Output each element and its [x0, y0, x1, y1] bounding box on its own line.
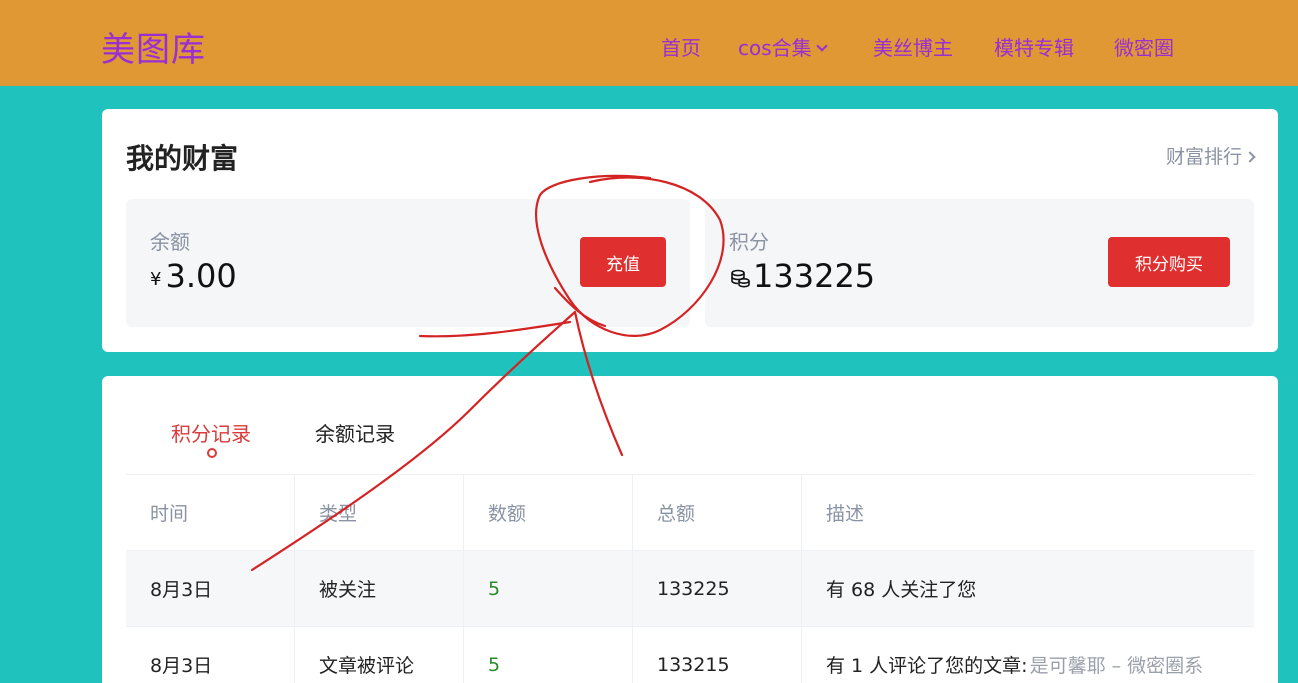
- nav-weimi-circle[interactable]: 微密圈: [1114, 32, 1174, 61]
- nav-cos-label: cos合集: [738, 36, 812, 60]
- chevron-down-icon: [815, 40, 828, 52]
- site-logo[interactable]: 美图库: [101, 22, 206, 71]
- article-title-link[interactable]: 是可馨耶 – 微密圈系: [1030, 651, 1204, 678]
- nav-cos-collection[interactable]: cos合集: [738, 32, 828, 61]
- coins-icon: [731, 269, 750, 288]
- cell-type: 文章被评论: [295, 627, 464, 683]
- points-value-row: 133225: [729, 257, 875, 295]
- table-header-row: 时间 类型 数额 总额 描述: [126, 475, 1254, 551]
- table-row: 8月3日 文章被评论 5 133215 有 1 人评论了您的文章: 是可馨耶 – …: [126, 627, 1254, 683]
- cell-description: 有 68 人关注了您: [802, 551, 1254, 626]
- balance-value: 3.00: [165, 257, 237, 295]
- cell-time: 8月3日: [126, 627, 295, 683]
- tab-points-records[interactable]: 积分记录: [171, 418, 251, 447]
- cell-amount: 5: [464, 551, 633, 626]
- balance-box: 余额 ¥3.00 充值: [126, 199, 690, 327]
- records-table: 时间 类型 数额 总额 描述 8月3日 被关注 5 133225 有 68 人关…: [126, 474, 1254, 683]
- cell-amount: 5: [464, 627, 633, 683]
- balance-label: 余额: [150, 230, 190, 254]
- wealth-title: 我的财富: [126, 142, 239, 175]
- cell-type: 被关注: [295, 551, 464, 626]
- description-text: 有 1 人评论了您的文章:: [826, 655, 1028, 677]
- wealth-rank-link[interactable]: 财富排行: [1165, 142, 1256, 169]
- nav-model-albums[interactable]: 模特专辑: [994, 32, 1074, 61]
- chevron-right-icon: [1244, 151, 1256, 163]
- top-header: 美图库 首页 cos合集 美丝博主 模特专辑 微密圈: [0, 0, 1298, 86]
- active-tab-indicator: [207, 448, 217, 458]
- col-description: 描述: [826, 503, 865, 525]
- records-card: 积分记录 余额记录 时间 类型 数额 总额 描述 8月3日 被关注 5 1332…: [102, 376, 1278, 683]
- buy-points-button[interactable]: 积分购买: [1108, 237, 1230, 287]
- balance-value-row: ¥3.00: [150, 257, 237, 295]
- cell-total: 133225: [633, 551, 802, 626]
- points-box: 积分 133225 积分购买: [705, 199, 1254, 327]
- table-row: 8月3日 被关注 5 133225 有 68 人关注了您: [126, 551, 1254, 627]
- wealth-rank-label: 财富排行: [1165, 146, 1242, 168]
- cell-description: 有 1 人评论了您的文章: 是可馨耶 – 微密圈系: [802, 627, 1254, 683]
- cell-time: 8月3日: [126, 551, 295, 626]
- points-value: 133225: [753, 257, 876, 295]
- col-type: 类型: [295, 475, 464, 550]
- points-label: 积分: [729, 230, 769, 254]
- col-amount: 数额: [464, 475, 633, 550]
- cell-total: 133215: [633, 627, 802, 683]
- wealth-card: 我的财富 财富排行 余额 ¥3.00 充值 积分 133225 积分购买: [102, 109, 1278, 352]
- description-text: 有 68 人关注了您: [826, 579, 977, 601]
- nav-home[interactable]: 首页: [661, 32, 701, 61]
- col-total: 总额: [633, 475, 802, 550]
- currency-symbol: ¥: [150, 269, 162, 290]
- col-time: 时间: [126, 475, 295, 550]
- tab-balance-records[interactable]: 余额记录: [315, 418, 395, 447]
- nav-stocking-bloggers[interactable]: 美丝博主: [873, 32, 953, 61]
- recharge-button[interactable]: 充值: [580, 237, 666, 287]
